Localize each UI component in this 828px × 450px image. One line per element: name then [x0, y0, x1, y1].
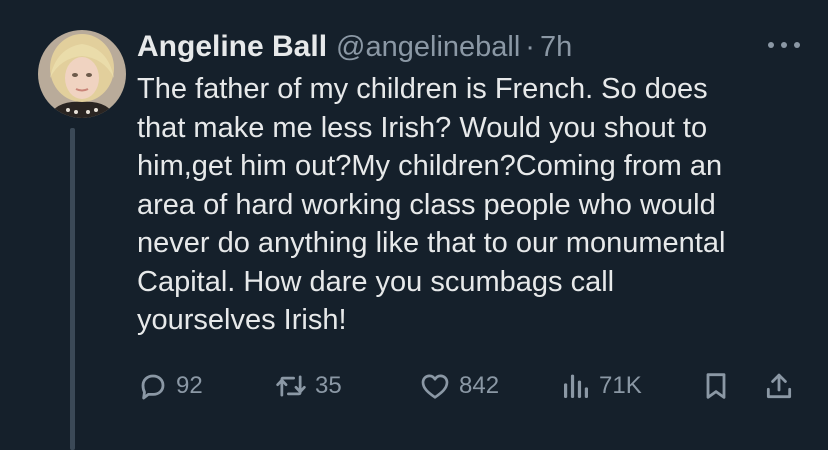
retweet-count: 35 [315, 372, 342, 399]
reply-count: 92 [176, 372, 203, 399]
reply-icon [137, 370, 169, 402]
share-button[interactable] [763, 366, 795, 406]
author-handle[interactable]: @angelineball [336, 31, 520, 64]
reply-button[interactable]: 92 [137, 366, 203, 406]
view-count: 71K [599, 372, 642, 399]
retweet-button[interactable]: 35 [274, 366, 342, 406]
avatar[interactable] [38, 30, 126, 118]
share-icon [763, 370, 795, 402]
separator-dot: · [525, 30, 535, 63]
timestamp[interactable]: 7h [540, 31, 572, 64]
heart-icon [418, 370, 452, 402]
tweet-text: The father of my children is French. So … [137, 73, 726, 336]
action-bar: 92 35 842 71K [0, 366, 828, 406]
views-chart-icon [560, 370, 592, 402]
more-button[interactable] [762, 30, 806, 60]
retweet-icon [274, 370, 308, 402]
bookmark-button[interactable] [700, 366, 732, 406]
like-button[interactable]: 842 [418, 366, 499, 406]
views-button[interactable]: 71K [560, 366, 642, 406]
like-count: 842 [459, 372, 500, 399]
author-name[interactable]: Angeline Ball [137, 30, 327, 64]
more-icon [767, 36, 801, 54]
tweet-header: Angeline Ball @angelineball · 7h [137, 27, 572, 67]
bookmark-icon [700, 370, 732, 402]
